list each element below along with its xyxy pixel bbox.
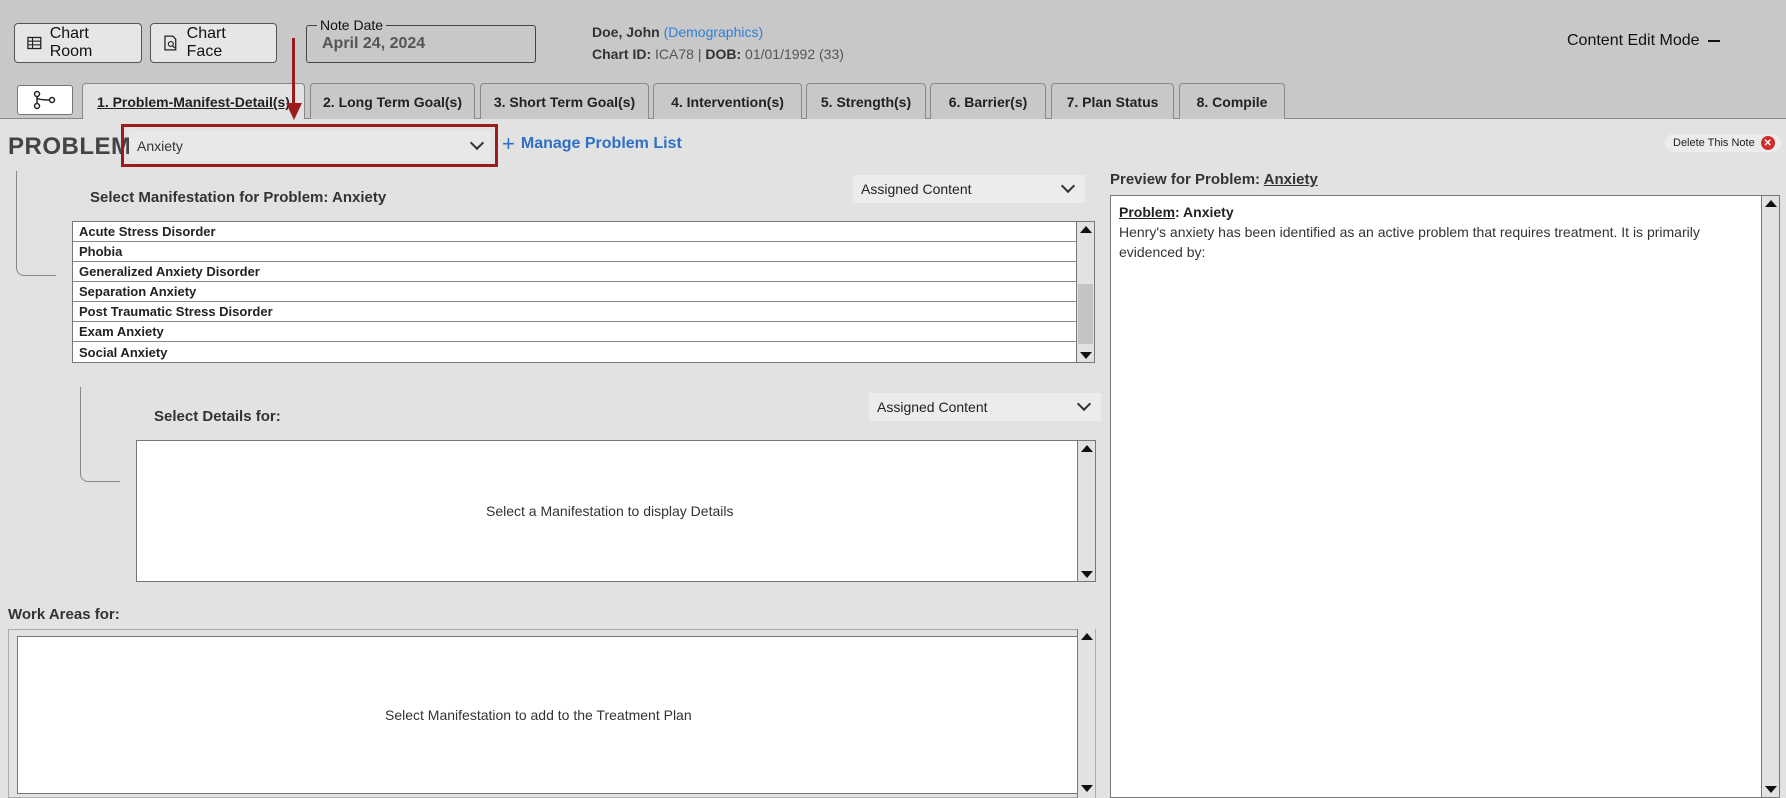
work-areas-placeholder: Select Manifestation to add to the Treat…	[385, 707, 692, 723]
tab-barriers[interactable]: 6. Barrier(s)	[930, 83, 1046, 119]
tab-bar: 1. Problem-Manifest-Detail(s) 2. Long Te…	[0, 83, 1786, 120]
chevron-down-icon	[1060, 178, 1076, 194]
list-item[interactable]: Exam Anxiety	[73, 322, 1077, 342]
list-item[interactable]: Separation Anxiety	[73, 282, 1077, 302]
work-areas-scrollbar[interactable]	[1077, 629, 1095, 798]
chart-room-button[interactable]: Chart Room	[14, 23, 142, 63]
tab-interventions[interactable]: 4. Intervention(s)	[653, 83, 802, 119]
scroll-down-icon[interactable]	[1080, 352, 1092, 359]
tab-plan-status[interactable]: 7. Plan Status	[1051, 83, 1174, 119]
main-content: PROBLEM: Anxiety + Manage Problem List D…	[0, 119, 1786, 798]
preview-title-problem: Anxiety	[1263, 171, 1318, 188]
preview-body: Problem: Anxiety Henry's anxiety has bee…	[1119, 202, 1753, 262]
chart-id-value: ICA78	[655, 46, 694, 62]
tab-short-term-goals[interactable]: 3. Short Term Goal(s)	[480, 83, 649, 119]
annotation-arrow	[292, 38, 295, 106]
details-title: Select Details for:	[154, 408, 281, 425]
tab-long-term-goals[interactable]: 2. Long Term Goal(s)	[310, 83, 475, 119]
dob-value: 01/01/1992 (33)	[745, 46, 844, 62]
preview-title: Preview for Problem: Anxiety	[1110, 171, 1318, 188]
delete-note-label: Delete This Note	[1673, 137, 1755, 149]
chart-face-button[interactable]: Chart Face	[150, 23, 277, 63]
chevron-down-icon	[1076, 396, 1092, 412]
note-date-legend: Note Date	[317, 17, 387, 33]
note-date-field[interactable]: Note Date April 24, 2024	[306, 17, 536, 63]
manifestation-list: Acute Stress Disorder Phobia Generalized…	[72, 221, 1095, 363]
list-item[interactable]: Generalized Anxiety Disorder	[73, 262, 1077, 282]
preview-scrollbar[interactable]	[1761, 196, 1779, 797]
branch-icon	[33, 90, 56, 110]
manage-problem-list-button[interactable]: + Manage Problem List	[502, 131, 682, 156]
details-panel: Select a Manifestation to display Detail…	[136, 440, 1096, 582]
chart-id-label: Chart ID:	[592, 46, 652, 62]
mode-label: Content Edit Mode	[1567, 32, 1700, 49]
demographics-link[interactable]: (Demographics)	[664, 24, 764, 40]
annotation-arrow-head-icon	[286, 103, 302, 120]
details-filter-value: Assigned Content	[877, 399, 988, 415]
tab-problem-manifest-detail[interactable]: 1. Problem-Manifest-Detail(s)	[82, 83, 305, 120]
workflow-button[interactable]	[17, 85, 73, 115]
details-filter-dropdown[interactable]: Assigned Content	[869, 393, 1101, 421]
chevron-down-icon	[469, 135, 485, 151]
document-search-icon	[164, 35, 177, 51]
problem-highlight: Anxiety	[121, 124, 498, 167]
list-item[interactable]: Acute Stress Disorder	[73, 222, 1077, 242]
work-area: Select Manifestation to add to the Treat…	[17, 636, 1079, 794]
scroll-down-icon[interactable]	[1081, 785, 1093, 792]
list-item[interactable]: Phobia	[73, 242, 1077, 262]
scroll-down-icon[interactable]	[1765, 786, 1777, 793]
tab-strengths[interactable]: 5. Strength(s)	[806, 83, 926, 119]
tree-connector	[16, 171, 56, 276]
info-separator: |	[697, 46, 702, 62]
scroll-up-icon[interactable]	[1081, 445, 1093, 452]
list-item[interactable]: Post Traumatic Stress Disorder	[73, 302, 1077, 322]
plus-icon: +	[502, 131, 515, 156]
patient-info: Doe, John (Demographics) Chart ID: ICA78…	[592, 21, 844, 65]
details-scrollbar[interactable]	[1077, 441, 1095, 581]
scroll-down-icon[interactable]	[1081, 571, 1093, 578]
note-date-value: April 24, 2024	[322, 35, 426, 52]
content-edit-mode-toggle[interactable]: Content Edit Mode	[1567, 32, 1720, 50]
preview-panel: Problem: Anxiety Henry's anxiety has bee…	[1110, 195, 1780, 798]
work-areas-title: Work Areas for:	[8, 606, 120, 623]
scroll-up-icon[interactable]	[1080, 226, 1092, 233]
list-item[interactable]: Social Anxiety	[73, 342, 1077, 362]
work-areas-panel: Select Manifestation to add to the Treat…	[8, 629, 1096, 798]
close-circle-icon: ✕	[1760, 136, 1775, 150]
grid-icon	[27, 36, 42, 50]
scroll-up-icon[interactable]	[1765, 200, 1777, 207]
manifestation-filter-value: Assigned Content	[861, 181, 972, 197]
preview-problem-value: : Anxiety	[1175, 204, 1234, 220]
patient-name: Doe, John	[592, 24, 660, 40]
scroll-up-icon[interactable]	[1081, 633, 1093, 640]
minimize-icon	[1707, 40, 1720, 42]
delete-note-button[interactable]: Delete This Note ✕	[1665, 134, 1781, 152]
chart-room-label: Chart Room	[49, 25, 93, 60]
problem-dropdown[interactable]: Anxiety	[129, 131, 491, 161]
preview-problem-label: Problem	[1119, 204, 1176, 220]
manifestation-title: Select Manifestation for Problem: Anxiet…	[90, 189, 387, 206]
tree-connector	[80, 387, 120, 482]
details-placeholder: Select a Manifestation to display Detail…	[486, 503, 734, 519]
preview-title-prefix: Preview for Problem:	[1110, 171, 1261, 188]
problem-selected-value: Anxiety	[137, 138, 183, 154]
preview-text: Henry's anxiety has been identified as a…	[1119, 224, 1700, 260]
tab-compile[interactable]: 8. Compile	[1179, 83, 1285, 119]
dob-label: DOB:	[705, 46, 742, 62]
manage-problem-list-label: Manage Problem List	[520, 135, 682, 152]
chart-face-label: Chart Face	[186, 25, 226, 60]
scroll-thumb[interactable]	[1078, 284, 1093, 344]
manifestation-filter-dropdown[interactable]: Assigned Content	[853, 175, 1085, 203]
manifestation-scrollbar[interactable]	[1076, 222, 1094, 362]
